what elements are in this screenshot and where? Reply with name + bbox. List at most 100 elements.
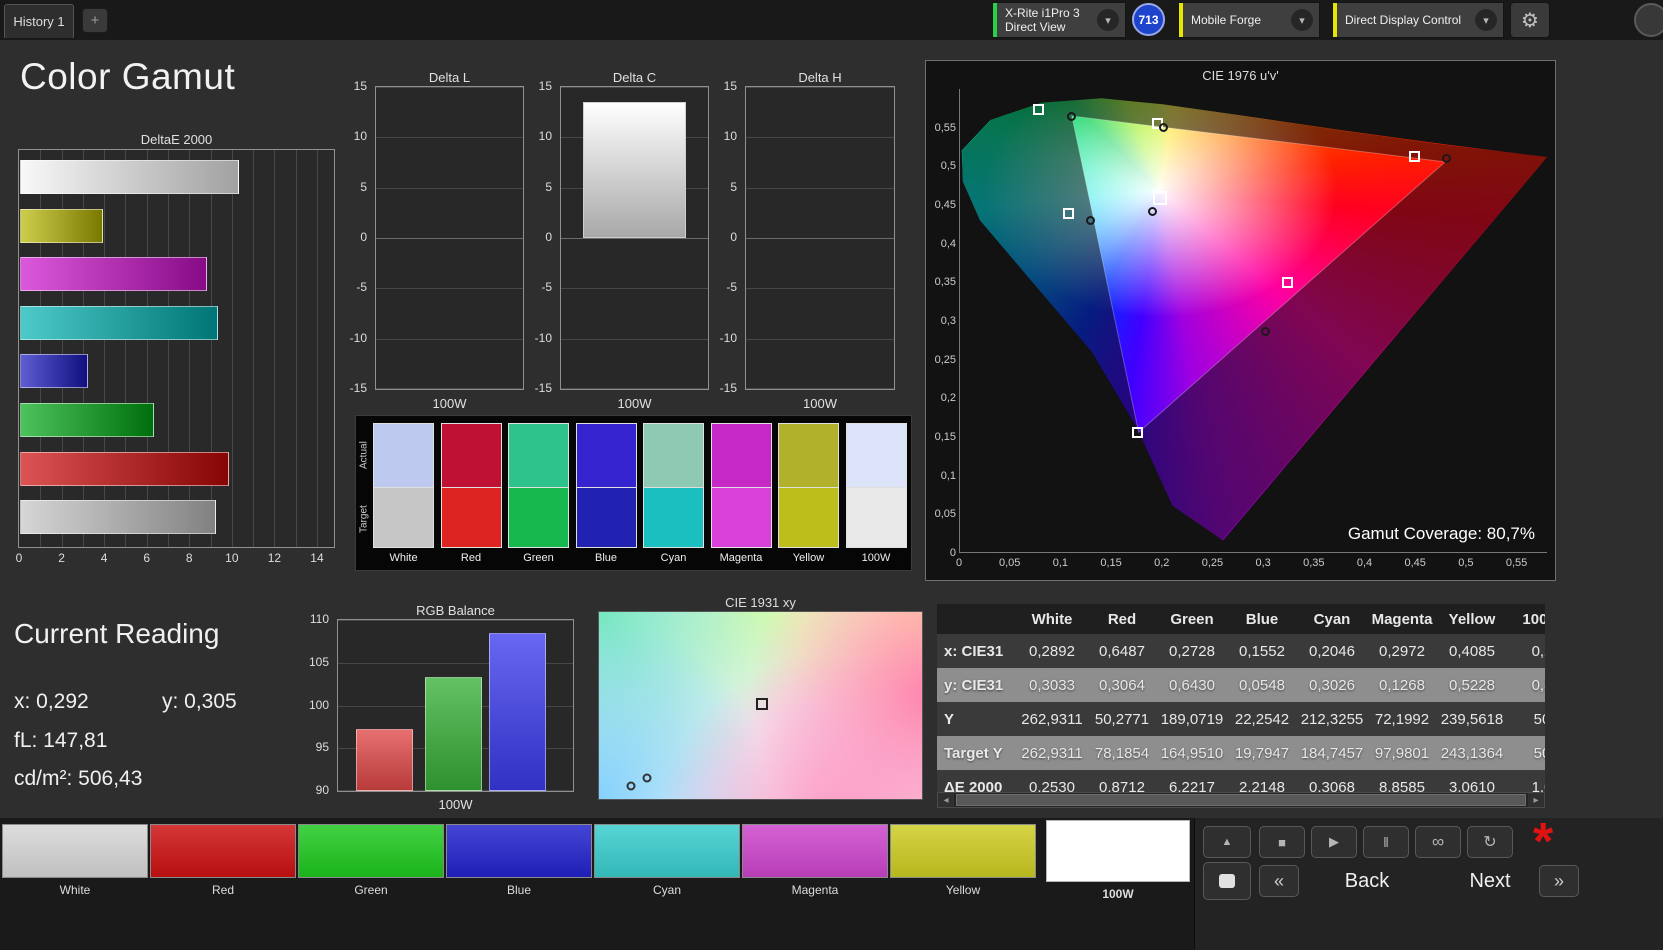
table-row[interactable]: y: CIE310,30330,30640,64300,05480,30260,… xyxy=(937,668,1545,702)
cell: 97,9801 xyxy=(1367,736,1437,770)
tick-label: -10 xyxy=(335,331,367,345)
next-button[interactable]: Next » xyxy=(1441,862,1579,900)
compare-column-yellow: Yellow xyxy=(778,416,839,570)
pattern-swatch-white[interactable]: White xyxy=(2,824,148,897)
pause-button[interactable]: ‖ xyxy=(1363,826,1409,858)
measured-marker-yellow xyxy=(1159,123,1168,132)
deltae-bar-yellow xyxy=(20,209,103,243)
cell: 72,1992 xyxy=(1367,702,1437,736)
compare-column-magenta: Magenta xyxy=(711,416,772,570)
display-control-dropdown[interactable]: Direct Display Control ▾ xyxy=(1332,2,1504,38)
tick-label: 15 xyxy=(520,79,552,93)
x-axis-label: 100W xyxy=(745,396,895,411)
add-tab-button[interactable]: + xyxy=(82,8,108,33)
deltae-bar-blue xyxy=(20,354,88,388)
scroll-right-button[interactable]: ▸ xyxy=(1528,793,1544,807)
cie-markers xyxy=(960,89,1547,552)
tick-label: 5 xyxy=(335,180,367,194)
deltae-bar-magenta xyxy=(20,257,207,291)
table-scrollbar[interactable]: ◂ ▸ xyxy=(937,792,1545,808)
chevron-down-icon[interactable]: ▾ xyxy=(1291,9,1313,31)
swatch-label: Red xyxy=(150,883,296,897)
play-button[interactable]: ▶ xyxy=(1311,826,1357,858)
cell: 0,6487 xyxy=(1087,634,1157,668)
meter-dropdown[interactable]: X-Rite i1Pro 3 Direct View ▾ xyxy=(992,2,1126,38)
tick-label: 0 xyxy=(7,551,31,565)
pattern-swatch-100w[interactable]: 100W xyxy=(1046,820,1190,901)
cell: 239,5618 xyxy=(1437,702,1507,736)
rgb-bar-blue xyxy=(489,633,546,791)
tick-label: 0,45 xyxy=(1398,557,1432,569)
compare-column-white: White xyxy=(373,416,434,570)
row-label: Target Y xyxy=(937,736,1017,770)
table-row[interactable]: x: CIE310,28920,64870,27280,15520,20460,… xyxy=(937,634,1545,668)
loop-button[interactable]: ↻ xyxy=(1467,826,1513,858)
delta-l-plot xyxy=(375,86,524,390)
tick-label: 4 xyxy=(92,551,116,565)
gridline xyxy=(561,238,708,239)
delta-h-plot xyxy=(745,86,895,390)
table-row[interactable]: ΔE 20000,25300,87126,22172,21480,30688,8… xyxy=(937,770,1545,792)
tick-label: 0 xyxy=(520,230,552,244)
pattern-swatch-blue[interactable]: Blue xyxy=(446,824,592,897)
cell: 0,3033 xyxy=(1017,668,1087,702)
compare-label: Yellow xyxy=(774,552,843,564)
cell: 0,2972 xyxy=(1367,634,1437,668)
column-header: Green xyxy=(1157,604,1227,634)
pattern-swatch-green[interactable]: Green xyxy=(298,824,444,897)
continuous-read-button[interactable]: ∞ xyxy=(1415,826,1461,858)
scrollbar-track[interactable] xyxy=(954,793,1528,807)
measured-marker-magenta xyxy=(1261,327,1270,336)
swatch-color xyxy=(890,824,1036,878)
source-dropdown[interactable]: Mobile Forge ▾ xyxy=(1178,2,1320,38)
table-row[interactable]: Target Y262,931178,1854164,951019,794718… xyxy=(937,736,1545,770)
corner-button[interactable] xyxy=(1634,3,1663,37)
gamut-coverage-value: 80,7% xyxy=(1487,524,1535,543)
scroll-left-button[interactable]: ◂ xyxy=(938,793,954,807)
cell: 0,1268 xyxy=(1367,668,1437,702)
gridline xyxy=(296,150,297,547)
settings-button[interactable]: ⚙ xyxy=(1510,2,1550,38)
eject-button[interactable]: ▲ xyxy=(1203,826,1251,858)
gridline xyxy=(561,339,708,340)
compare-label: Magenta xyxy=(707,552,776,564)
pattern-swatch-magenta[interactable]: Magenta xyxy=(742,824,888,897)
swatch-color xyxy=(150,824,296,878)
delta-l-chart: Delta L 151050-5-10-15 100W xyxy=(335,70,524,416)
target-marker-red xyxy=(1409,151,1420,162)
reading-marker xyxy=(756,698,768,710)
stop-button[interactable]: ■ xyxy=(1259,826,1305,858)
chevron-down-icon[interactable]: ▾ xyxy=(1475,9,1497,31)
gridline xyxy=(317,150,318,547)
target-marker-white xyxy=(1153,191,1167,205)
table-row[interactable]: Y262,931150,2771189,071922,2542212,32557… xyxy=(937,702,1545,736)
tick-label: 0,25 xyxy=(1195,557,1229,569)
target-marker-cyan xyxy=(1063,208,1074,219)
back-button[interactable]: « Back xyxy=(1259,862,1435,900)
pattern-swatch-cyan[interactable]: Cyan xyxy=(594,824,740,897)
history-tab[interactable]: History 1 xyxy=(4,4,74,38)
reading-cdm2: cd/m²: 506,43 xyxy=(14,767,142,791)
meter-count-badge[interactable]: 713 xyxy=(1132,3,1165,36)
compare-label: Blue xyxy=(572,552,641,564)
gridline xyxy=(561,388,708,389)
tick-label: 0,2 xyxy=(928,392,956,404)
tick-label: 10 xyxy=(220,551,244,565)
display-window-button[interactable] xyxy=(1203,862,1251,900)
swatch-color xyxy=(742,824,888,878)
chart-title: Delta C xyxy=(560,70,709,85)
swatch-color xyxy=(594,824,740,878)
actual-row-label: Actual xyxy=(357,422,371,488)
x-axis-label: 100W xyxy=(560,396,709,411)
pattern-swatch-yellow[interactable]: Yellow xyxy=(890,824,1036,897)
chevron-down-icon[interactable]: ▾ xyxy=(1097,9,1119,31)
deltae-chart-title: DeltaE 2000 xyxy=(18,132,335,147)
reading-marker xyxy=(642,774,651,783)
reading-marker xyxy=(627,781,636,790)
pattern-swatch-red[interactable]: Red xyxy=(150,824,296,897)
measured-marker-red xyxy=(1442,154,1451,163)
gridline xyxy=(746,137,894,138)
tick-label: 0,4 xyxy=(1348,557,1382,569)
scrollbar-handle[interactable] xyxy=(956,794,1526,806)
tick-label: 0,5 xyxy=(1449,557,1483,569)
